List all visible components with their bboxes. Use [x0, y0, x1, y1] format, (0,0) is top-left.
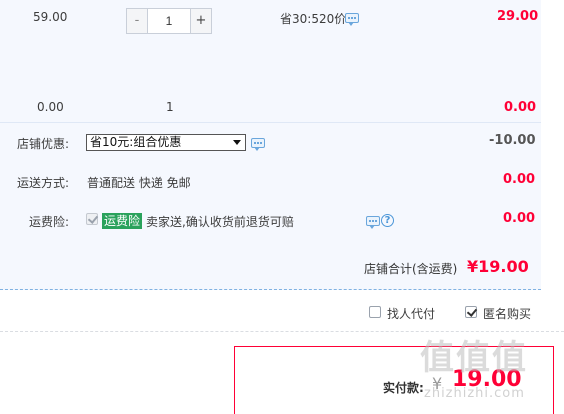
item-subtotal: 29.00 — [497, 9, 539, 24]
shipping-label: 运送方式: — [17, 176, 70, 190]
increase-quantity-button[interactable]: + — [190, 8, 212, 34]
quantity-input[interactable]: 1 — [148, 8, 190, 34]
promo-price-text: 省30:520价 — [280, 12, 347, 26]
insurance-label: 运费险: — [29, 215, 70, 229]
shipping-amount: 0.00 — [503, 172, 536, 187]
site-watermark-url: zhizhizhi.com — [424, 386, 525, 401]
shop-discount-label: 店铺优惠: — [17, 137, 70, 151]
payment-label: 实付款: — [383, 381, 424, 395]
shop-discount-select[interactable]: 省10元:组合优惠 — [86, 134, 246, 151]
quantity-stepper[interactable]: - 1 + — [126, 8, 212, 34]
insurance-badge: 运费险 — [102, 213, 143, 229]
site-watermark: 值值值 — [420, 338, 528, 378]
anonymous-purchase-checkbox[interactable] — [465, 306, 477, 318]
shop-total-label: 店铺合计(含运费) — [364, 262, 458, 276]
insurance-checkbox — [86, 213, 98, 225]
chat-icon[interactable] — [251, 138, 265, 151]
item-unit-price: 59.00 — [33, 10, 68, 24]
shop-discount-selected-option: 省10元:组合优惠 — [90, 135, 182, 149]
chat-icon[interactable] — [345, 13, 359, 26]
summary-unit-price: 0.00 — [37, 100, 64, 114]
insurance-description: 卖家送,确认收货前退货可赔 — [146, 215, 294, 229]
insurance-amount: 0.00 — [503, 211, 536, 226]
shop-summary-section — [0, 122, 541, 290]
order-items-section — [0, 0, 541, 122]
anonymous-purchase-label[interactable]: 匿名购买 — [483, 305, 531, 322]
dropdown-arrow-icon — [233, 140, 241, 145]
decrease-quantity-button[interactable]: - — [126, 8, 148, 34]
chat-icon[interactable] — [366, 216, 380, 229]
summary-quantity: 1 — [166, 100, 174, 114]
shop-total-amount: ¥19.00 — [467, 257, 529, 276]
proxy-pay-label[interactable]: 找人代付 — [387, 305, 435, 322]
help-icon[interactable]: ? — [381, 214, 394, 227]
shop-discount-amount: -10.00 — [489, 133, 536, 148]
proxy-pay-checkbox[interactable] — [369, 306, 381, 318]
summary-subtotal: 0.00 — [504, 100, 537, 115]
shipping-method: 普通配送 快递 免邮 — [87, 176, 191, 190]
